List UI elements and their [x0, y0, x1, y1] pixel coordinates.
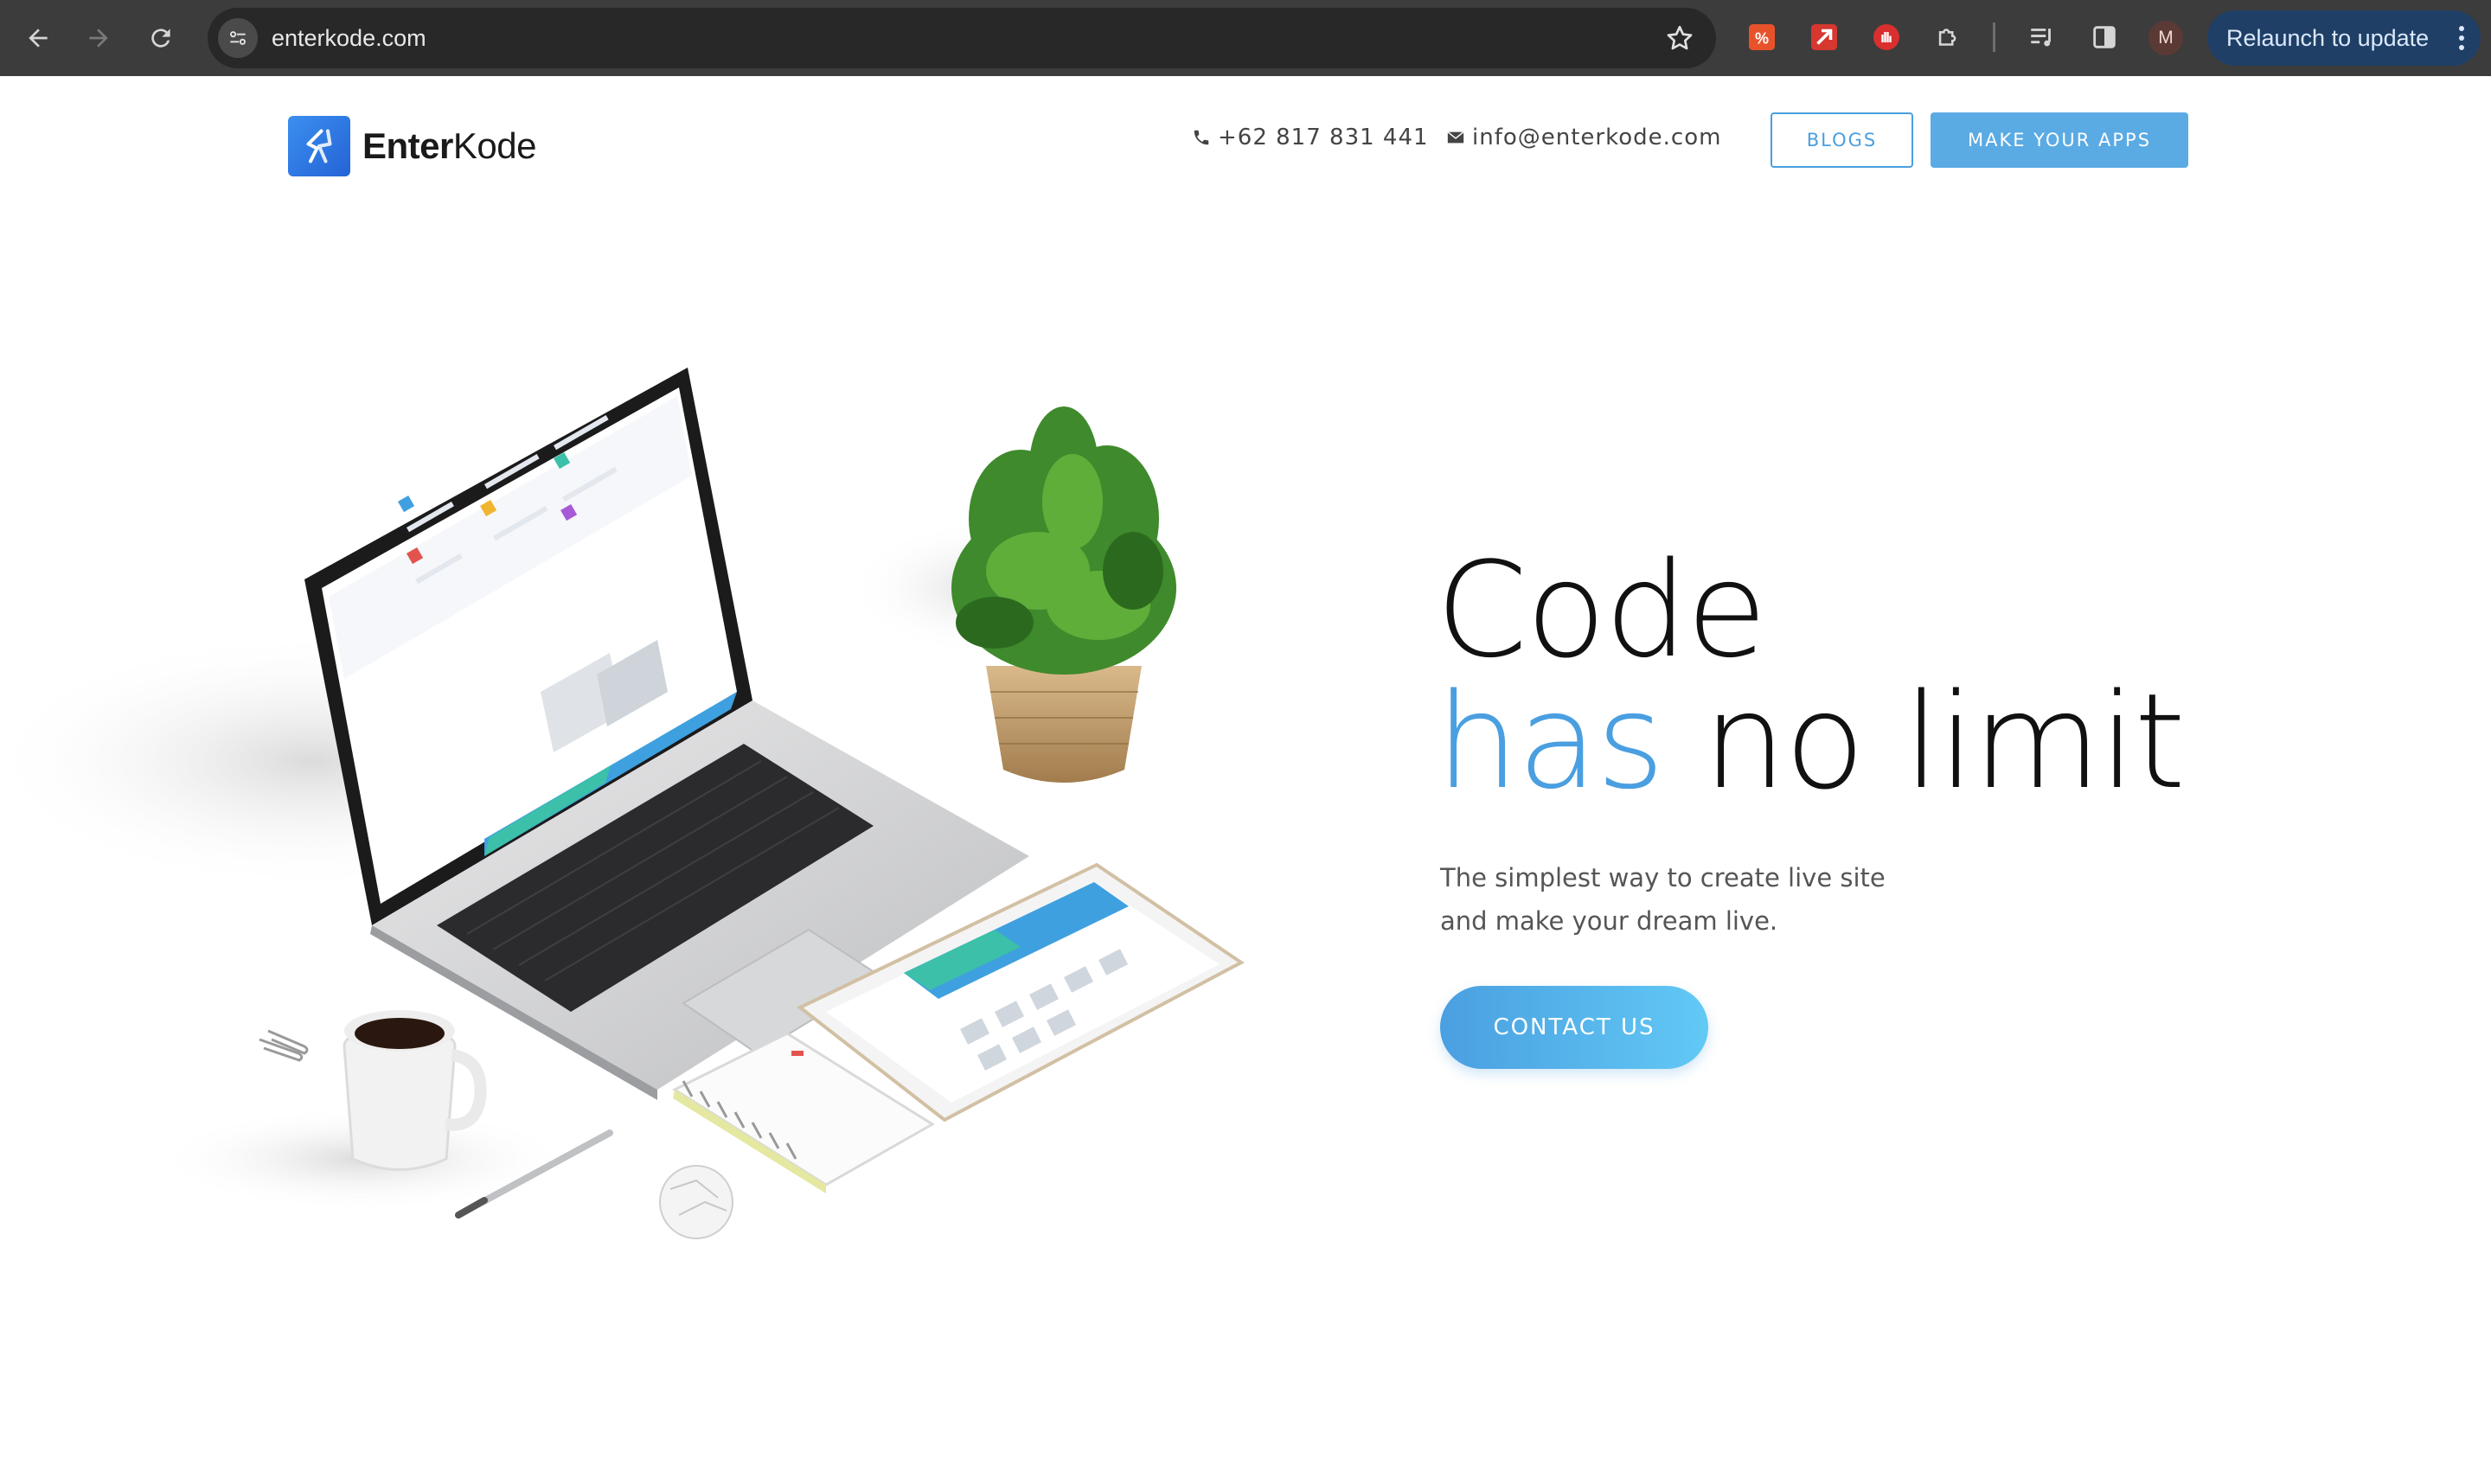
paper-clips-image	[259, 1029, 309, 1062]
logo-text: EnterKode	[362, 125, 536, 167]
hero-title: Code has no limit	[1436, 534, 2186, 808]
url-text[interactable]: enterkode.com	[272, 8, 426, 68]
logo-text-strong: Enter	[362, 125, 453, 166]
hero-title-accent: has	[1436, 665, 1665, 818]
hero-subtitle-line1: The simplest way to create live site	[1440, 863, 1886, 892]
blogs-button[interactable]: BLOGS	[1771, 112, 1913, 168]
hero-subtitle-line2: and make your dream live.	[1440, 906, 1778, 936]
side-panel-icon[interactable]	[2086, 19, 2123, 55]
relaunch-label: Relaunch to update	[2226, 24, 2430, 51]
phone-number: +62 817 831 441	[1218, 125, 1429, 150]
more-vert-icon[interactable]	[2458, 24, 2465, 52]
phone-icon	[1194, 130, 1209, 145]
make-your-apps-button[interactable]: MAKE YOUR APPS	[1931, 112, 2188, 168]
crumpled-paper-image	[659, 1165, 733, 1239]
hero-subtitle: The simplest way to create live site and…	[1440, 856, 1924, 943]
back-arrow-icon[interactable]	[19, 19, 57, 57]
email-contact[interactable]: info@enterkode.com	[1446, 123, 1721, 152]
relaunch-button[interactable]: Relaunch to update	[2207, 10, 2481, 66]
profile-avatar[interactable]: M	[2148, 21, 2183, 55]
site-header: EnterKode +62 817 831 441 info@enterkode…	[0, 76, 2491, 206]
forward-arrow-icon[interactable]	[80, 19, 118, 57]
contact-us-button[interactable]: CONTACT US	[1440, 986, 1708, 1069]
browser-toolbar: enterkode.com % M Relaunch to update	[0, 0, 2491, 76]
reload-icon[interactable]	[142, 19, 180, 57]
hand-extension-icon[interactable]	[1868, 19, 1905, 55]
address-bar[interactable]: enterkode.com	[208, 8, 1716, 68]
star-icon[interactable]	[1664, 22, 1695, 54]
hero-illustration	[0, 329, 1280, 1289]
svg-text:%: %	[1755, 30, 1769, 48]
logo-mark-icon	[288, 116, 350, 176]
hero-title-line1: Code	[1436, 534, 1767, 687]
translate-extension-icon[interactable]: %	[1744, 19, 1780, 55]
hero-title-line2: has no limit	[1436, 676, 2186, 808]
hero-title-rest: no limit	[1662, 665, 2186, 818]
phone-contact[interactable]: +62 817 831 441	[1192, 123, 1429, 152]
site-settings-icon[interactable]	[218, 18, 258, 58]
arrow-extension-icon[interactable]	[1806, 19, 1842, 55]
site-logo[interactable]: EnterKode	[288, 116, 536, 176]
toolbar-separator	[1993, 22, 1995, 52]
logo-text-light: Kode	[452, 125, 537, 166]
email-address: info@enterkode.com	[1472, 125, 1722, 150]
potted-plant-image	[951, 406, 1176, 783]
media-queue-icon[interactable]	[2024, 19, 2060, 55]
envelope-icon	[1447, 131, 1464, 144]
puzzle-extensions-icon[interactable]	[1931, 19, 1967, 55]
